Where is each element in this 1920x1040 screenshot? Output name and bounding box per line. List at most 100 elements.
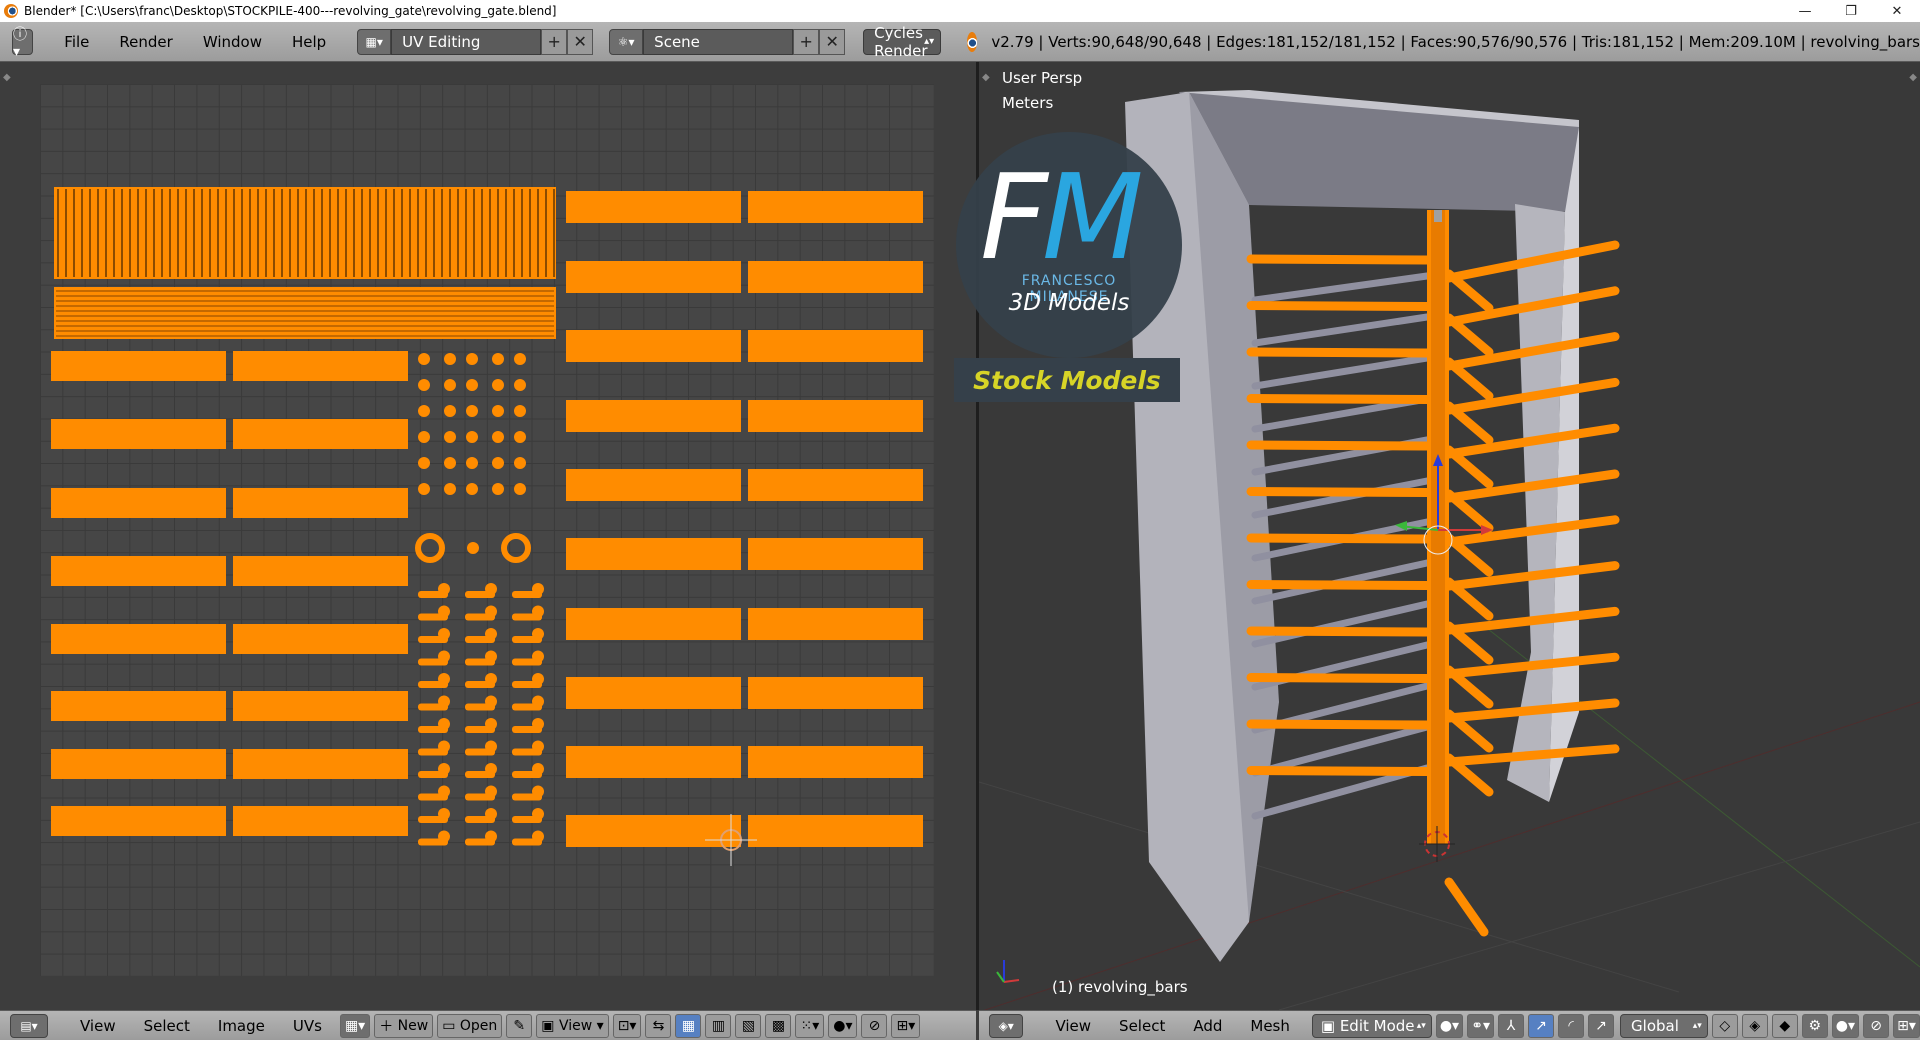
uv-island-dot[interactable] bbox=[492, 405, 504, 417]
uv-island-dot[interactable] bbox=[444, 483, 456, 495]
uv-island-dot[interactable] bbox=[485, 785, 497, 798]
menu-window[interactable]: Window bbox=[188, 33, 277, 51]
face-select-mode-button[interactable]: ◆ bbox=[1771, 1013, 1798, 1038]
uv-island-dot[interactable] bbox=[438, 673, 450, 685]
face-select-button[interactable]: ▧ bbox=[735, 1013, 762, 1038]
uv-island-bar[interactable] bbox=[566, 400, 741, 432]
uv-island-dot[interactable] bbox=[444, 405, 456, 417]
uv-island-dot[interactable] bbox=[485, 605, 497, 618]
vp-menu-select[interactable]: Select bbox=[1105, 1017, 1179, 1035]
scene-field[interactable]: Scene bbox=[643, 28, 794, 55]
uv-island-dot[interactable] bbox=[444, 353, 456, 365]
uv-island-bar[interactable] bbox=[748, 677, 923, 709]
uv-island-bar[interactable] bbox=[51, 806, 226, 836]
uv-island-dot[interactable] bbox=[485, 628, 497, 640]
uv-island-dot[interactable] bbox=[466, 405, 478, 417]
uv-island-bar[interactable] bbox=[748, 608, 923, 640]
uv-island-dot[interactable] bbox=[438, 740, 450, 753]
uv-island-dot[interactable] bbox=[438, 718, 450, 730]
render-engine-select[interactable]: Cycles Render ▴▾ bbox=[863, 24, 942, 60]
sync-selection-button[interactable]: ⇆ bbox=[645, 1013, 672, 1038]
uv-island-dot[interactable] bbox=[532, 650, 544, 663]
uv-island-dot[interactable] bbox=[532, 583, 544, 595]
close-button[interactable]: ✕ bbox=[1874, 0, 1920, 22]
uv-island-bar[interactable] bbox=[51, 749, 226, 779]
uv-island-dot[interactable] bbox=[444, 457, 456, 469]
vp-proportional-edit-button[interactable]: ●▾ bbox=[1831, 1013, 1860, 1038]
uv-island-dot[interactable] bbox=[438, 763, 450, 775]
uv-island-dot[interactable] bbox=[418, 405, 430, 417]
vp-menu-mesh[interactable]: Mesh bbox=[1236, 1017, 1304, 1035]
uv-island-dot[interactable] bbox=[514, 379, 526, 391]
uv-island-dot[interactable] bbox=[466, 379, 478, 391]
uv-island-bar[interactable] bbox=[748, 469, 923, 501]
add-scene-button[interactable]: + bbox=[793, 28, 820, 55]
uv-island-dot[interactable] bbox=[532, 785, 544, 798]
vp-snap-button[interactable]: ⊘ bbox=[1863, 1013, 1890, 1038]
uv-island-dot[interactable] bbox=[466, 483, 478, 495]
uv-island-dot[interactable] bbox=[418, 483, 430, 495]
uv-island-bar[interactable] bbox=[566, 191, 741, 223]
uv-island-bar[interactable] bbox=[566, 677, 741, 709]
uv-island-bar[interactable] bbox=[566, 261, 741, 293]
proportional-edit-button[interactable]: ●▾ bbox=[828, 1013, 858, 1038]
uv-island-bar[interactable] bbox=[748, 746, 923, 778]
uv-island-dot[interactable] bbox=[418, 457, 430, 469]
pivot-point-button[interactable]: ⚭▾ bbox=[1467, 1013, 1495, 1038]
uv-island-dot[interactable] bbox=[485, 650, 497, 663]
uv-island-bar[interactable] bbox=[748, 191, 923, 223]
scale-manipulator-button[interactable]: ↗ bbox=[1588, 1013, 1615, 1038]
open-image-button[interactable]: ▭ Open bbox=[437, 1013, 503, 1038]
occlude-geometry-button[interactable]: ⚙ bbox=[1801, 1013, 1828, 1038]
uv-island-dot[interactable] bbox=[438, 583, 450, 595]
snap-button[interactable]: ⊘ bbox=[861, 1013, 888, 1038]
transform-orientation-select[interactable]: Global ▴▾ bbox=[1620, 1013, 1708, 1038]
uv-island-dot[interactable] bbox=[466, 353, 478, 365]
vp-snap-element-button[interactable]: ⊞▾ bbox=[1893, 1013, 1920, 1038]
uv-island-bar[interactable] bbox=[233, 806, 408, 836]
shading-mode-button[interactable]: ●▾ bbox=[1435, 1013, 1464, 1038]
menu-help[interactable]: Help bbox=[277, 33, 341, 51]
uv-island-dot[interactable] bbox=[485, 673, 497, 685]
uv-island-bar[interactable] bbox=[748, 261, 923, 293]
uv-island-bar[interactable] bbox=[51, 351, 226, 381]
pivot-button[interactable]: ⊡▾ bbox=[612, 1013, 642, 1038]
edge-select-mode-button[interactable]: ◈ bbox=[1741, 1013, 1768, 1038]
uv-island-dot[interactable] bbox=[438, 785, 450, 798]
new-image-button[interactable]: ＋ New bbox=[374, 1013, 434, 1038]
uv-island-dot[interactable] bbox=[466, 457, 478, 469]
uv-island-dot[interactable] bbox=[418, 379, 430, 391]
vertex-select-button[interactable]: ▦ bbox=[675, 1013, 702, 1038]
uv-island-dot[interactable] bbox=[514, 457, 526, 469]
add-layout-button[interactable]: + bbox=[541, 28, 568, 55]
uv-island-dot[interactable] bbox=[485, 718, 497, 730]
pin-button[interactable]: ✎ bbox=[506, 1013, 533, 1038]
uv-island-dot[interactable] bbox=[438, 605, 450, 618]
uv-island-bar[interactable] bbox=[233, 624, 408, 654]
uv-island-dot[interactable] bbox=[514, 405, 526, 417]
uv-island-dot[interactable] bbox=[532, 718, 544, 730]
minimize-button[interactable]: — bbox=[1782, 0, 1828, 22]
uv-island-bar[interactable] bbox=[566, 746, 741, 778]
rotate-manipulator-button[interactable]: ◜ bbox=[1558, 1013, 1585, 1038]
uv-island-bar[interactable] bbox=[51, 556, 226, 586]
uv-island-dot[interactable] bbox=[532, 628, 544, 640]
uv-island-ring[interactable] bbox=[501, 533, 531, 563]
uv-island-bar[interactable] bbox=[51, 419, 226, 449]
image-browse-button[interactable]: ▦▾ bbox=[339, 1013, 371, 1038]
uv-island-dot[interactable] bbox=[492, 353, 504, 365]
uv-island-dot[interactable] bbox=[492, 379, 504, 391]
uv-island-dot[interactable] bbox=[444, 431, 456, 443]
delete-scene-button[interactable]: ✕ bbox=[819, 28, 846, 55]
editor-type-3d-button[interactable]: ◈▾ bbox=[989, 1013, 1024, 1038]
uv-island-dot[interactable] bbox=[438, 628, 450, 640]
uv-island-dot[interactable] bbox=[485, 830, 497, 843]
uv-island-bar[interactable] bbox=[748, 400, 923, 432]
editor-type-info-button[interactable]: ⓘ ▾ bbox=[12, 27, 34, 60]
uv-island-dot[interactable] bbox=[485, 808, 497, 820]
uv-island-dot[interactable] bbox=[532, 605, 544, 618]
edge-select-button[interactable]: ▥ bbox=[705, 1013, 732, 1038]
scene-icon[interactable]: ⚛▾ bbox=[609, 28, 644, 55]
uv-island-bar[interactable] bbox=[233, 419, 408, 449]
uv-island-bar[interactable] bbox=[566, 608, 741, 640]
